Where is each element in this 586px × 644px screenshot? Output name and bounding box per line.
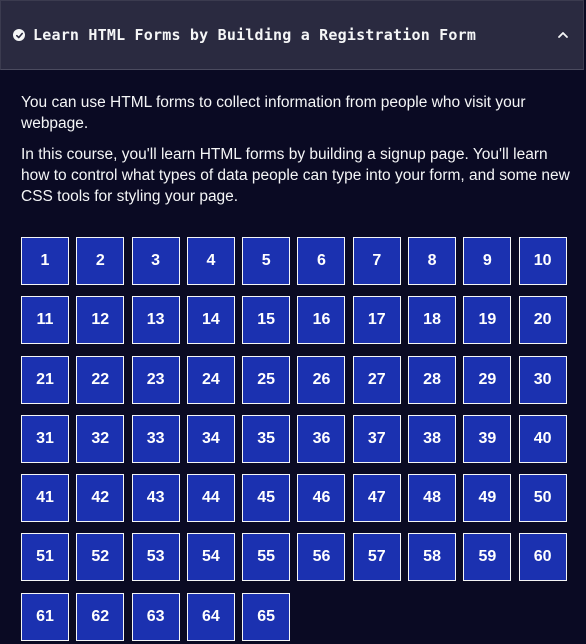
step-button[interactable]: 40	[518, 414, 567, 463]
step-button[interactable]: 47	[352, 474, 401, 523]
step-button[interactable]: 62	[76, 592, 125, 641]
course-description: You can use HTML forms to collect inform…	[21, 92, 571, 217]
step-button[interactable]: 49	[463, 474, 512, 523]
step-button[interactable]: 19	[463, 296, 512, 345]
chevron-up-icon[interactable]	[555, 27, 571, 43]
step-button[interactable]: 38	[408, 414, 457, 463]
step-button[interactable]: 50	[518, 474, 567, 523]
description-paragraph: In this course, you'll learn HTML forms …	[21, 146, 570, 205]
step-button[interactable]: 5	[242, 237, 291, 285]
course-title: Learn HTML Forms by Building a Registrat…	[33, 26, 477, 44]
step-button[interactable]: 6	[297, 237, 346, 285]
step-button[interactable]: 13	[131, 296, 180, 345]
course-block: Learn HTML Forms by Building a Registrat…	[0, 0, 586, 644]
step-button[interactable]: 51	[21, 533, 69, 582]
step-button[interactable]: 11	[21, 296, 69, 345]
step-button[interactable]: 28	[408, 355, 457, 404]
step-button[interactable]: 21	[21, 355, 69, 404]
step-grid: 1 2 3 4 5 6 7 8 9 10 11 12 13 14 15 16 17 18 19 20 21 22 23 24 2…	[21, 237, 567, 641]
step-button[interactable]: 8	[408, 237, 457, 285]
step-button[interactable]: 61	[21, 592, 69, 641]
course-header[interactable]: Learn HTML Forms by Building a Registrat…	[0, 0, 584, 70]
step-button[interactable]: 43	[131, 474, 180, 523]
step-button[interactable]: 14	[186, 296, 235, 345]
step-button[interactable]: 53	[131, 533, 180, 582]
step-button[interactable]: 25	[242, 355, 291, 404]
step-button[interactable]: 58	[408, 533, 457, 582]
step-button[interactable]: 45	[242, 474, 291, 523]
step-button[interactable]: 56	[297, 533, 346, 582]
step-button[interactable]: 32	[76, 414, 125, 463]
step-button[interactable]: 17	[352, 296, 401, 345]
step-button[interactable]: 64	[186, 592, 235, 641]
step-button[interactable]: 22	[76, 355, 125, 404]
step-button[interactable]: 26	[297, 355, 346, 404]
step-button[interactable]: 27	[352, 355, 401, 404]
step-button[interactable]: 18	[408, 296, 457, 345]
step-button[interactable]: 54	[186, 533, 235, 582]
step-button[interactable]: 37	[352, 414, 401, 463]
step-button[interactable]: 9	[463, 237, 512, 285]
step-button[interactable]: 23	[131, 355, 180, 404]
description-paragraph: You can use HTML forms to collect inform…	[21, 94, 526, 132]
step-button[interactable]: 20	[518, 296, 567, 345]
step-button[interactable]: 55	[242, 533, 291, 582]
step-button[interactable]: 46	[297, 474, 346, 523]
step-button[interactable]: 2	[76, 237, 125, 285]
step-button[interactable]: 42	[76, 474, 125, 523]
step-button[interactable]: 10	[518, 237, 567, 285]
step-button[interactable]: 30	[518, 355, 567, 404]
step-button[interactable]: 57	[352, 533, 401, 582]
step-button[interactable]: 34	[186, 414, 235, 463]
step-button[interactable]: 24	[186, 355, 235, 404]
step-button[interactable]: 1	[21, 237, 69, 285]
step-button[interactable]: 52	[76, 533, 125, 582]
step-button[interactable]: 3	[131, 237, 180, 285]
step-button[interactable]: 31	[21, 414, 69, 463]
step-button[interactable]: 63	[131, 592, 180, 641]
step-button[interactable]: 41	[21, 474, 69, 523]
step-button[interactable]: 36	[297, 414, 346, 463]
step-button[interactable]: 35	[242, 414, 291, 463]
step-button[interactable]: 65	[242, 592, 291, 641]
step-button[interactable]: 4	[186, 237, 235, 285]
step-button[interactable]: 59	[463, 533, 512, 582]
check-circle-icon	[13, 29, 25, 41]
step-button[interactable]: 29	[463, 355, 512, 404]
step-button[interactable]: 33	[131, 414, 180, 463]
step-button[interactable]: 39	[463, 414, 512, 463]
step-button[interactable]: 15	[242, 296, 291, 345]
step-button[interactable]: 48	[408, 474, 457, 523]
step-button[interactable]: 44	[186, 474, 235, 523]
step-button[interactable]: 60	[518, 533, 567, 582]
step-button[interactable]: 12	[76, 296, 125, 345]
step-button[interactable]: 7	[352, 237, 401, 285]
step-button[interactable]: 16	[297, 296, 346, 345]
